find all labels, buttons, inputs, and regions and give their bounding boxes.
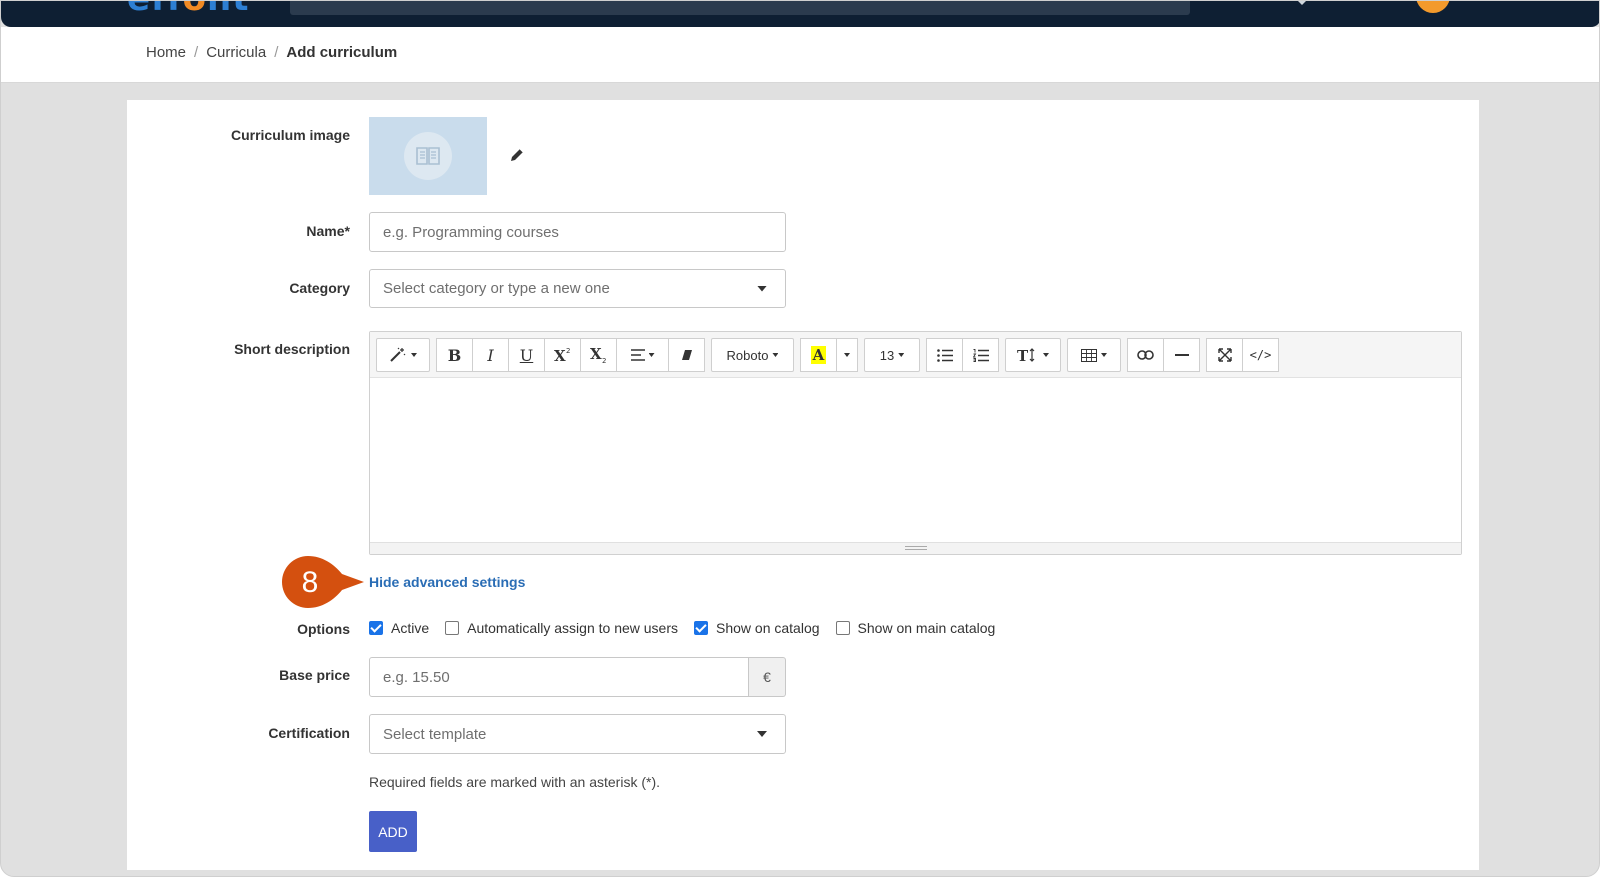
certification-label: Certification [268,725,350,741]
show-on-main-catalog-checkbox[interactable] [835,621,850,635]
name-placeholder: e.g. Programming courses [383,223,559,241]
superscript-icon: X2 [554,347,570,364]
underline-button[interactable]: U [508,338,545,372]
chevron-down-icon [757,285,767,292]
editor-resize-handle[interactable] [370,542,1461,554]
font-size-select[interactable]: 13 [864,338,920,372]
base-price-label: Base price [279,667,350,683]
table-icon [1081,348,1097,362]
step-callout: 8 [282,556,368,608]
breadcrumb: Home / Curricula / Add curriculum [146,44,397,61]
svg-text:X: X [590,346,602,363]
fullscreen-button[interactable] [1206,338,1243,372]
base-price-group: e.g. 15.50 € [369,657,786,697]
numbered-list-icon [972,348,989,362]
app-window: effont Home / Curricula / Add curriculum… [0,0,1600,877]
bullet-list-button[interactable] [926,338,963,372]
bullet-list-icon [936,348,953,362]
option-active[interactable]: Active [369,620,429,636]
highlight-dropdown[interactable] [836,338,858,372]
active-label: Active [391,620,430,636]
rich-text-editor: B I U X2 X2 Roboto A 13 T </> [369,331,1462,555]
link-icon [1137,350,1154,360]
font-family-select[interactable]: Roboto [711,338,794,372]
svg-text:T: T [1017,347,1029,363]
code-view-button[interactable]: </> [1242,338,1279,372]
hide-advanced-settings-link[interactable]: Hide advanced settings [369,574,525,590]
required-fields-note: Required fields are marked with an aster… [369,774,661,790]
pencil-icon[interactable] [508,146,526,164]
link-button[interactable] [1127,338,1164,372]
editor-toolbar: B I U X2 X2 Roboto A 13 T </> [370,332,1461,378]
category-label: Category [289,280,350,296]
superscript-button[interactable]: X2 [544,338,581,372]
show-on-catalog-label: Show on catalog [716,620,820,636]
font-size-label: 13 [879,347,895,363]
expand-icon [1217,348,1232,362]
add-button[interactable]: ADD [369,811,417,852]
curriculum-image-label: Curriculum image [230,127,350,143]
style-button[interactable] [376,338,430,372]
certification-select[interactable]: Select template [369,714,786,754]
italic-button[interactable]: I [472,338,509,372]
name-label: Name* [306,223,350,239]
book-icon [404,132,452,180]
options-label: Options [297,621,350,637]
magic-wand-icon [390,347,406,362]
chevron-down-icon [757,731,767,737]
svg-text:2: 2 [566,347,570,355]
page-title: Add curriculum [286,44,398,61]
logo[interactable]: effont [127,1,249,19]
table-button[interactable] [1067,338,1121,372]
align-left-icon [630,349,645,361]
name-input[interactable]: e.g. Programming courses [369,212,786,252]
horizontal-rule-button[interactable] [1163,338,1200,372]
option-auto-assign[interactable]: Automatically assign to new users [445,620,678,636]
currency-addon: € [749,657,786,697]
auto-assign-checkbox[interactable] [445,621,460,635]
breadcrumb-separator: / [194,44,199,61]
base-price-placeholder: e.g. 15.50 [383,668,450,686]
breadcrumb-separator: / [274,44,279,61]
top-navbar: effont [1,1,1599,27]
grip-icon [904,546,927,550]
subscript-button[interactable]: X2 [580,338,617,372]
show-on-catalog-checkbox[interactable] [694,621,708,635]
top-search-bar[interactable] [290,1,1190,15]
line-height-button[interactable]: T [1005,338,1061,372]
editor-content-area[interactable] [370,378,1461,544]
certification-placeholder: Select template [383,725,487,743]
font-family-label: Roboto [726,347,769,363]
show-on-main-catalog-label: Show on main catalog [857,620,996,636]
option-show-on-catalog[interactable]: Show on catalog [694,620,820,636]
align-button[interactable] [616,338,669,372]
step-number: 8 [302,566,319,599]
breadcrumb-curricula[interactable]: Curricula [206,44,266,61]
bold-button[interactable]: B [436,338,473,372]
avatar[interactable] [1416,1,1450,13]
breadcrumb-home[interactable]: Home [146,44,186,61]
minus-icon [1174,354,1189,356]
base-price-input[interactable]: e.g. 15.50 [369,657,749,697]
svg-text:2: 2 [602,357,606,364]
option-show-on-main-catalog[interactable]: Show on main catalog [835,620,996,636]
svg-text:X: X [554,347,566,364]
subscript-icon: X2 [590,346,606,364]
numbered-list-button[interactable] [962,338,999,372]
category-select[interactable]: Select category or type a new one [369,269,786,308]
breadcrumb-bar: Home / Curricula / Add curriculum [1,27,1599,83]
auto-assign-label: Automatically assign to new users [467,620,678,636]
highlight-color-button[interactable]: A [800,338,837,372]
curriculum-image-placeholder[interactable] [369,117,487,195]
category-placeholder: Select category or type a new one [383,280,610,297]
highlight-icon: A [810,346,827,364]
options-group: Active Automatically assign to new users… [369,620,1011,636]
text-height-icon: T [1017,347,1035,363]
clear-format-button[interactable] [668,338,705,372]
short-description-label: Short description [234,341,350,357]
active-checkbox[interactable] [369,621,383,635]
eraser-icon [681,350,692,360]
chevron-down-icon[interactable] [1298,1,1306,5]
